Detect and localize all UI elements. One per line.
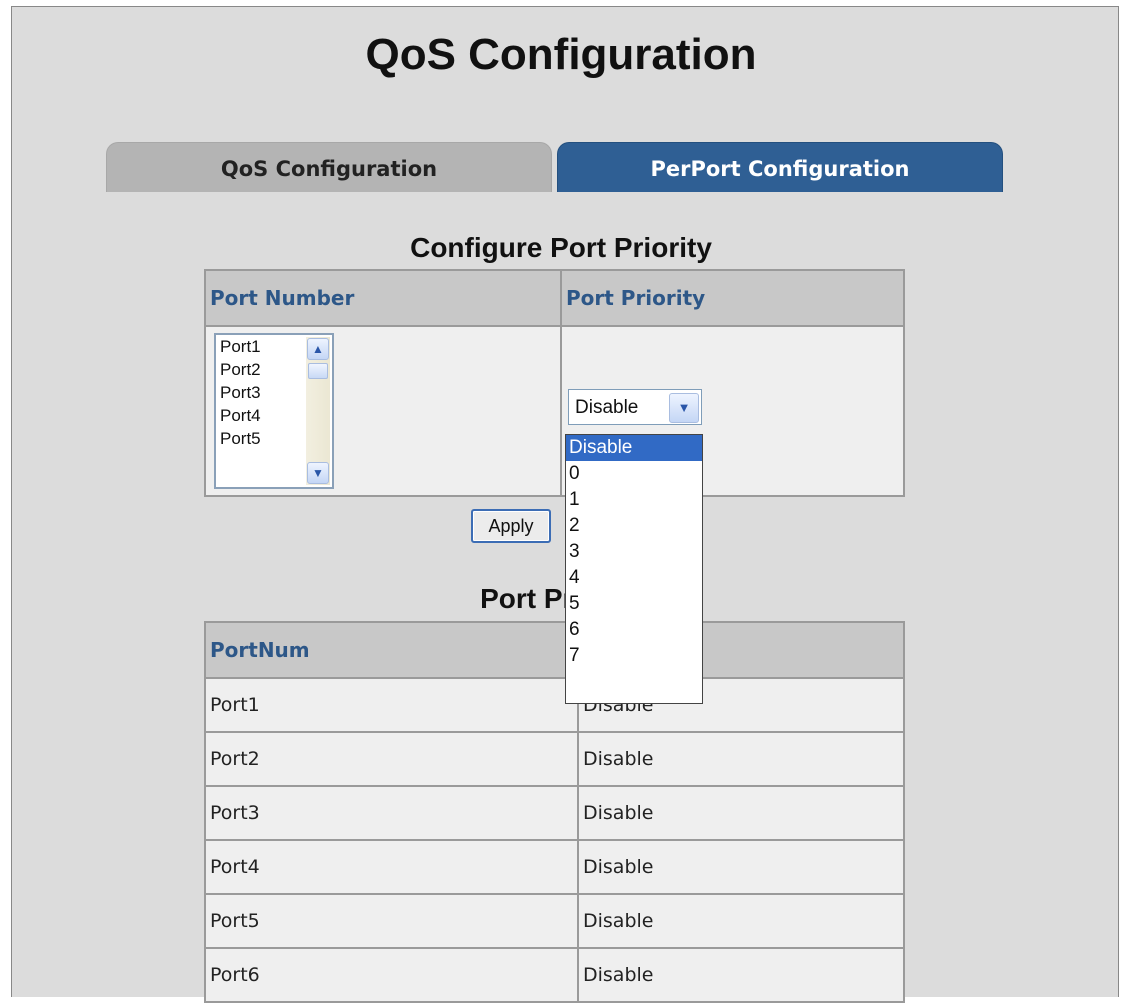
priority-option[interactable]: 3	[566, 539, 702, 565]
status-section-title: Port Priority	[480, 583, 642, 614]
portnum-header: PortNum	[204, 621, 579, 679]
table-row: Port2 Disable	[204, 731, 905, 787]
priority-option[interactable]: 7	[566, 643, 702, 669]
table-row: Port1 Disable	[204, 677, 905, 733]
port-cell: Port5	[204, 893, 579, 949]
port-list-scrollbar[interactable]: ▲ ▼	[306, 337, 330, 485]
priority-option[interactable]: 1	[566, 487, 702, 513]
table-row: Port6 Disable	[204, 947, 905, 1003]
priority-option[interactable]: 6	[566, 617, 702, 643]
scroll-down-icon[interactable]: ▼	[307, 462, 329, 484]
port-cell: Port4	[204, 839, 579, 895]
port-cell: Port6	[204, 947, 579, 1003]
priority-option[interactable]: 5	[566, 591, 702, 617]
priority-select-value: Disable	[575, 397, 639, 418]
port-priority-header: Port Priority	[560, 269, 905, 327]
port-number-cell: Port1 Port2 Port3 Port4 Port5 ▲ ▼	[204, 325, 562, 497]
port-cell: Port3	[204, 785, 579, 841]
priority-option[interactable]: 0	[566, 461, 702, 487]
priority-select[interactable]: Disable ▼	[568, 389, 702, 425]
priority-option[interactable]: 4	[566, 565, 702, 591]
configure-section-title: Configure Port Priority	[410, 232, 712, 263]
tab-qos-configuration[interactable]: QoS Configuration	[106, 142, 552, 192]
page-title: QoS Configuration	[365, 30, 757, 79]
priority-cell: Disable	[577, 947, 905, 1003]
priority-cell: Disable	[577, 839, 905, 895]
table-row: Port4 Disable	[204, 839, 905, 895]
tab-perport-configuration[interactable]: PerPort Configuration	[557, 142, 1003, 192]
priority-cell: Disable	[577, 893, 905, 949]
port-listbox[interactable]: Port1 Port2 Port3 Port4 Port5 ▲ ▼	[214, 333, 334, 489]
configure-port-priority-table: Port Number Port Priority Port1 Port2 Po…	[204, 269, 905, 497]
scroll-thumb[interactable]	[308, 363, 328, 379]
priority-option[interactable]: 2	[566, 513, 702, 539]
priority-dropdown-list[interactable]: Disable 0 1 2 3 4 5 6 7	[565, 434, 703, 704]
scroll-up-icon[interactable]: ▲	[307, 338, 329, 360]
priority-cell: Disable	[577, 785, 905, 841]
priority-option[interactable]: Disable	[566, 435, 702, 461]
port-priority-status-table: PortNum Priority Port1 Disable Port2 Dis…	[204, 621, 905, 1003]
apply-button[interactable]: Apply	[471, 509, 551, 543]
table-row: Port3 Disable	[204, 785, 905, 841]
port-cell: Port1	[204, 677, 579, 733]
priority-cell: Disable	[577, 731, 905, 787]
port-number-header: Port Number	[204, 269, 562, 327]
port-cell: Port2	[204, 731, 579, 787]
chevron-down-icon[interactable]: ▼	[669, 393, 699, 423]
table-row: Port5 Disable	[204, 893, 905, 949]
